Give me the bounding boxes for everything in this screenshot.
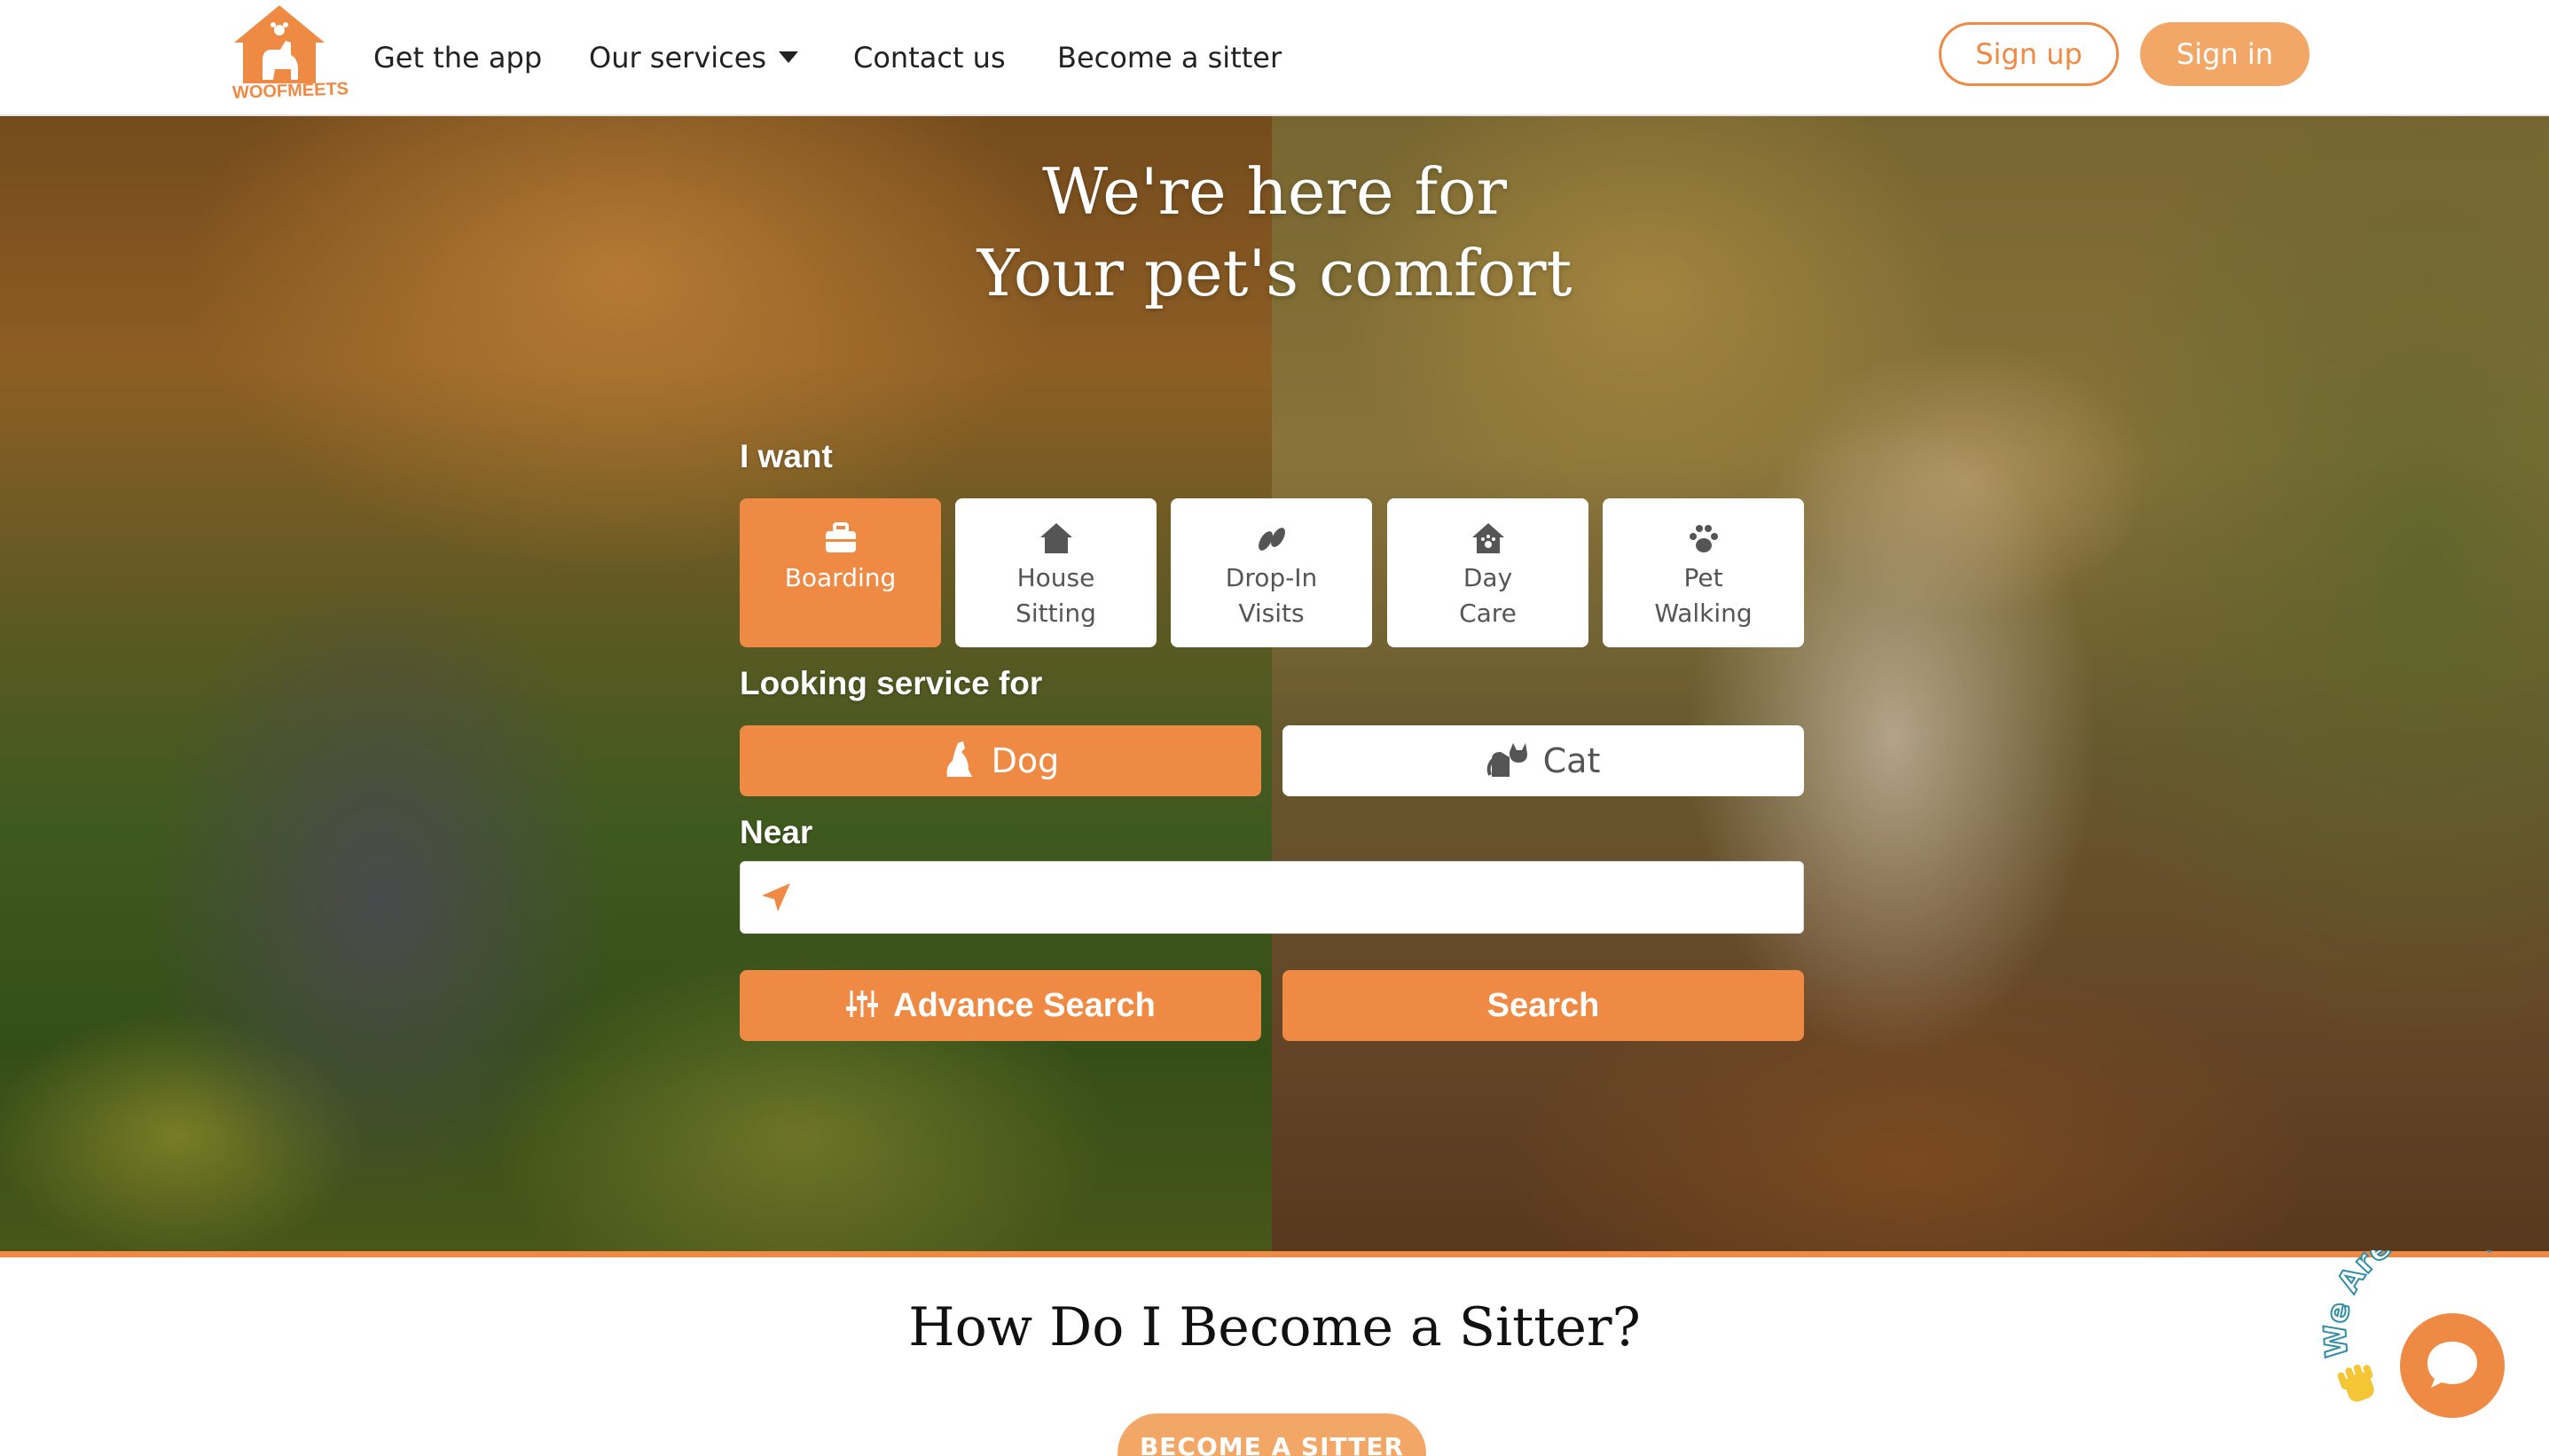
- advance-search-button[interactable]: Advance Search: [740, 970, 1261, 1041]
- nav-contact-us[interactable]: Contact us: [853, 35, 1006, 80]
- service-house-sitting[interactable]: House Sitting: [955, 498, 1157, 647]
- nav-our-services[interactable]: Our services: [589, 35, 799, 80]
- nav-label: Become a sitter: [1057, 41, 1282, 74]
- service-label-line2: Sitting: [1016, 599, 1096, 628]
- near-input[interactable]: [812, 871, 1787, 924]
- house-paw-icon: [1471, 523, 1504, 553]
- paw-icon: [1689, 525, 1718, 552]
- looking-service-for-label: Looking service for: [740, 665, 1043, 701]
- hero-title: We're here for Your pet's comfort: [920, 151, 1629, 314]
- service-label-line1: Day: [1463, 563, 1513, 592]
- section-title: How Do I Become a Sitter?: [908, 1296, 1641, 1358]
- service-boarding[interactable]: Boarding: [740, 498, 941, 647]
- logo-house-icon: [234, 5, 325, 83]
- dog-icon: [946, 740, 972, 777]
- hero-divider: [0, 1251, 2549, 1257]
- shoe-prints-icon: [1258, 528, 1285, 551]
- near-location-field[interactable]: [740, 861, 1804, 934]
- house-icon: [1039, 523, 1072, 553]
- open-chat-button[interactable]: [2400, 1313, 2505, 1418]
- site-header: WOOFMEETS Get the app Our services Conta…: [0, 0, 2549, 116]
- advance-search-label: Advance Search: [893, 987, 1156, 1024]
- i-want-label: I want: [740, 438, 833, 474]
- woofmeets-logo[interactable]: WOOFMEETS: [231, 4, 349, 105]
- nav-label: Our services: [589, 41, 767, 74]
- service-pet-walking[interactable]: Pet Walking: [1603, 498, 1804, 647]
- service-label-line2: Visits: [1238, 599, 1305, 628]
- sign-in-button[interactable]: Sign in: [2140, 22, 2310, 86]
- nav-get-the-app[interactable]: Get the app: [373, 35, 542, 80]
- hero-title-line2: Your pet's comfort: [976, 236, 1573, 310]
- caret-down-icon: [779, 51, 799, 63]
- location-arrow-icon: [762, 883, 790, 912]
- service-label-line2: Walking: [1654, 599, 1753, 628]
- service-label-line1: Pet: [1683, 563, 1723, 592]
- sign-up-button[interactable]: Sign up: [1939, 22, 2119, 86]
- chat-bubble-icon: [2427, 1342, 2477, 1388]
- sliders-icon: [846, 990, 879, 1017]
- nav-label: Contact us: [853, 41, 1006, 74]
- nav-become-a-sitter[interactable]: Become a sitter: [1057, 35, 1282, 80]
- pet-label: Cat: [1542, 741, 1601, 780]
- nav-label: Get the app: [373, 41, 543, 74]
- pet-label: Dog: [991, 741, 1060, 780]
- become-a-sitter-button[interactable]: BECOME A SITTER: [1118, 1413, 1426, 1456]
- near-label: Near: [740, 814, 813, 850]
- service-drop-in-visits[interactable]: Drop-In Visits: [1171, 498, 1372, 647]
- search-label: Search: [1486, 987, 1600, 1024]
- service-label-line1: House: [1016, 563, 1095, 592]
- pet-type-dog[interactable]: Dog: [740, 725, 1261, 796]
- pet-type-cat[interactable]: Cat: [1282, 725, 1804, 796]
- service-day-care[interactable]: Day Care: [1387, 498, 1588, 647]
- hero-title-line1: We're here for: [1042, 154, 1507, 229]
- briefcase-icon: [825, 522, 856, 552]
- logo-text: WOOFMEETS: [231, 79, 349, 103]
- service-label-line1: Drop-In: [1225, 563, 1318, 592]
- service-label-line2: Care: [1459, 599, 1517, 628]
- service-label: Boarding: [784, 563, 897, 592]
- search-button[interactable]: Search: [1282, 970, 1804, 1041]
- cat-icon: [1486, 742, 1527, 777]
- chat-widget[interactable]: We Are Here!: [2322, 1250, 2549, 1456]
